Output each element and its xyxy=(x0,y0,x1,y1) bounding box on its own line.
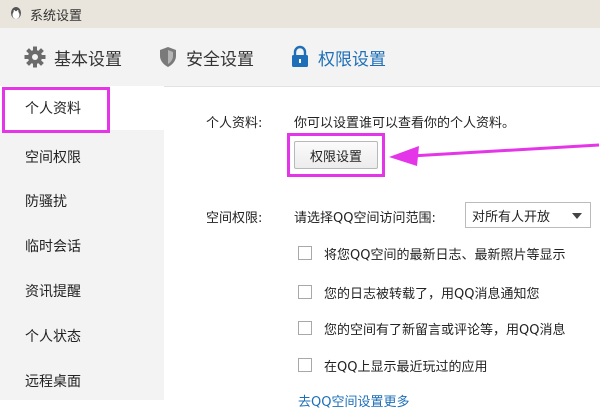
tab-basic-settings[interactable]: 基本设置 xyxy=(24,28,122,86)
sidebar-item-label: 个人状态 xyxy=(25,329,81,345)
checkbox[interactable] xyxy=(298,246,312,260)
option-label: 您的空间有了新留言或评论等，用QQ消息 xyxy=(324,322,566,338)
sidebar-item-space-permission[interactable]: 空间权限 xyxy=(0,135,164,179)
settings-tab-bar: 基本设置 安全设置 权限设置 xyxy=(0,28,600,87)
sidebar-item-label: 临时会话 xyxy=(25,239,81,255)
space-scope-prompt: 请选择QQ空间访问范围: xyxy=(294,211,436,226)
sidebar-item-anti-harassment[interactable]: 防骚扰 xyxy=(0,179,164,223)
space-section-label: 空间权限: xyxy=(206,211,263,226)
main-content: 个人资料: 你可以设置谁可以查看你的个人资料。 权限设置 空间权限: 请选择QQ… xyxy=(164,86,600,410)
sidebar-item-label: 防骚扰 xyxy=(25,194,67,210)
option-label: 将您QQ空间的最新日志、最新照片等显示 xyxy=(324,247,566,263)
checkbox[interactable] xyxy=(298,285,312,299)
sidebar-item-label: 个人资料 xyxy=(25,101,81,117)
option-row: 将您QQ空间的最新日志、最新照片等显示 xyxy=(298,243,565,263)
qq-penguin-icon xyxy=(11,7,21,19)
sidebar-item-label: 空间权限 xyxy=(25,150,81,166)
window-title: 系统设置 xyxy=(30,8,83,24)
sidebar-item-label: 远程桌面 xyxy=(25,374,81,390)
permission-settings-button[interactable]: 权限设置 xyxy=(294,141,378,169)
option-label: 在QQ上显示最近玩过的应用 xyxy=(324,359,488,375)
chevron-down-icon xyxy=(572,213,582,219)
tab-label: 安全设置 xyxy=(186,49,254,70)
profile-description: 你可以设置谁可以查看你的个人资料。 xyxy=(294,116,516,131)
sidebar-item-news-reminder[interactable]: 资讯提醒 xyxy=(0,269,164,313)
profile-section-label: 个人资料: xyxy=(206,116,263,131)
gear-icon xyxy=(24,46,46,68)
more-settings-link[interactable]: 去QQ空间设置更多 xyxy=(298,391,409,410)
select-value: 对所有人开放 xyxy=(472,209,551,225)
sidebar-item-profile[interactable]: 个人资料 xyxy=(0,86,164,130)
sidebar: 个人资料 空间权限 防骚扰 临时会话 资讯提醒 个人状态 远程桌面 xyxy=(0,86,164,400)
tab-security-settings[interactable]: 安全设置 xyxy=(158,28,254,86)
sidebar-item-label: 资讯提醒 xyxy=(25,284,81,300)
tab-permission-settings[interactable]: 权限设置 xyxy=(290,28,386,86)
checkbox[interactable] xyxy=(298,358,312,372)
option-row: 您的空间有了新留言或评论等，用QQ消息 xyxy=(298,318,565,338)
space-scope-select[interactable]: 对所有人开放 xyxy=(465,202,591,228)
option-row: 您的日志被转载了，用QQ消息通知您 xyxy=(298,282,539,302)
shield-icon xyxy=(160,47,176,67)
tab-label: 基本设置 xyxy=(54,49,122,70)
sidebar-item-temp-session[interactable]: 临时会话 xyxy=(0,224,164,268)
lock-icon xyxy=(292,45,308,67)
sidebar-item-personal-status[interactable]: 个人状态 xyxy=(0,314,164,358)
tab-label: 权限设置 xyxy=(318,49,386,70)
sidebar-item-remote-desktop[interactable]: 远程桌面 xyxy=(0,359,164,403)
option-label: 您的日志被转载了，用QQ消息通知您 xyxy=(324,286,540,302)
checkbox[interactable] xyxy=(298,321,312,335)
title-bar: 系统设置 xyxy=(0,0,600,28)
option-row: 在QQ上显示最近玩过的应用 xyxy=(298,355,487,375)
button-label: 权限设置 xyxy=(309,149,362,165)
annotation-arrow xyxy=(389,143,600,166)
